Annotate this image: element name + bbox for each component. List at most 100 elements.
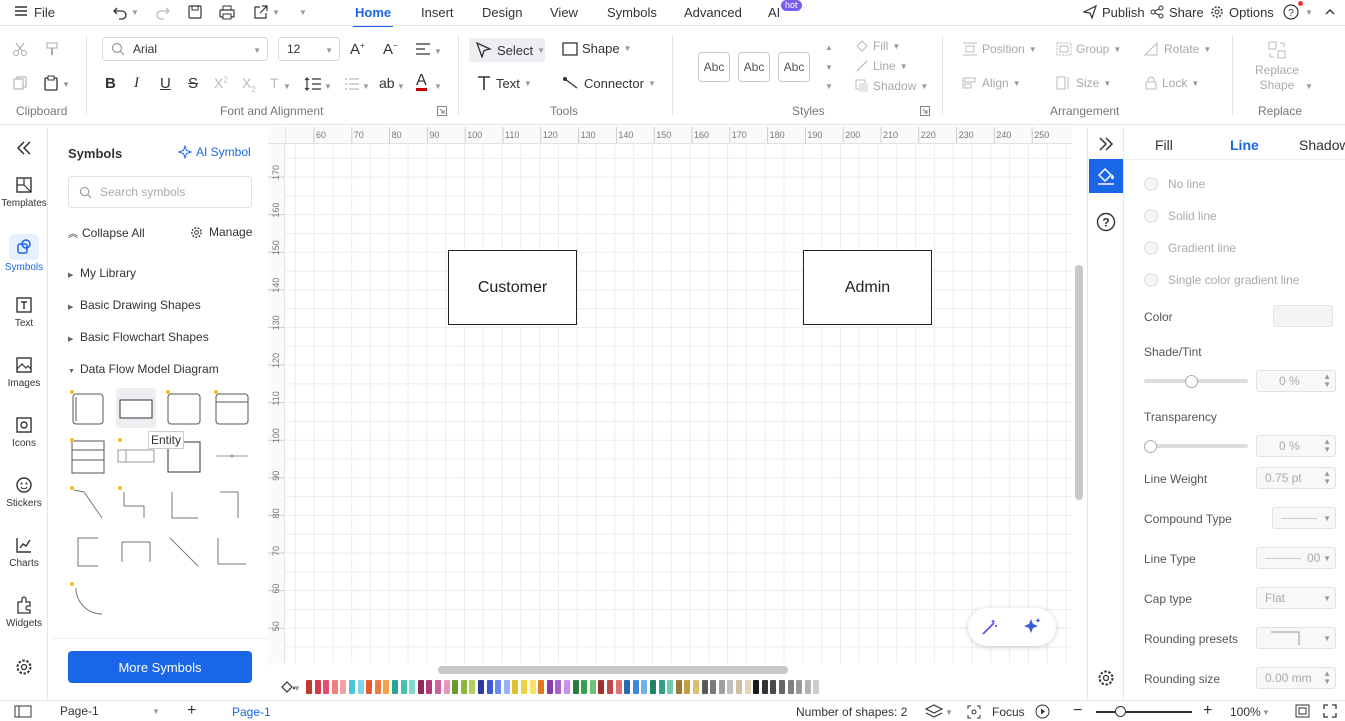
zoom-slider[interactable] [1096, 711, 1192, 713]
color-swatch[interactable] [538, 680, 545, 694]
collapse-all-button[interactable]: ︽ Collapse All [68, 225, 145, 241]
color-swatch[interactable] [650, 680, 656, 694]
color-swatch[interactable] [331, 680, 338, 694]
replace-shape-icon[interactable] [1268, 41, 1286, 59]
zoom-out-icon[interactable]: − [1073, 702, 1082, 720]
undo-icon[interactable] [112, 4, 128, 20]
font-color-icon[interactable]: A [416, 73, 427, 91]
page-select[interactable]: Page-1 ▼ [50, 701, 168, 721]
shape-tile[interactable] [116, 484, 156, 524]
style-sample-1[interactable]: Abc [698, 52, 730, 82]
text-case-dropdown-icon[interactable]: ▼ [397, 82, 405, 91]
font-settings-launcher-icon[interactable] [437, 106, 447, 116]
color-swatch[interactable] [366, 680, 373, 694]
color-swatch[interactable] [624, 680, 631, 694]
color-swatch[interactable] [521, 680, 527, 694]
shape-tile[interactable] [68, 436, 108, 476]
print-icon[interactable] [218, 4, 236, 20]
styles-launcher-icon[interactable] [920, 106, 930, 116]
layers-icon[interactable] [925, 704, 943, 719]
tree-item-data-flow[interactable]: ▼ Data Flow Model Diagram [68, 362, 219, 376]
color-swatch[interactable] [426, 680, 433, 694]
compound-type-select[interactable]: ▼ [1272, 507, 1336, 529]
underline-icon[interactable]: U [160, 75, 171, 92]
style-panel-button[interactable] [1089, 159, 1123, 193]
color-swatch[interactable] [374, 680, 381, 694]
rail-symbols[interactable]: Symbols [0, 234, 48, 273]
tab-line[interactable]: Line [1230, 137, 1259, 153]
text-tool-button[interactable]: Text ▼ [476, 75, 532, 91]
connector-tool-button[interactable]: Connector ▼ [562, 75, 656, 91]
text-format-icon[interactable]: T [270, 75, 279, 91]
shape-tile[interactable] [68, 532, 108, 572]
style-sample-2[interactable]: Abc [738, 52, 770, 82]
color-swatch[interactable] [684, 680, 691, 694]
tab-design[interactable]: Design [482, 5, 522, 20]
color-swatch[interactable] [314, 680, 321, 694]
color-swatch[interactable] [718, 680, 725, 694]
color-swatch[interactable] [744, 680, 751, 694]
color-swatch[interactable] [460, 680, 467, 694]
rail-images[interactable]: Images [0, 356, 48, 389]
line-type-select[interactable]: 00 ▼ [1256, 547, 1336, 569]
shape-tile[interactable] [116, 532, 156, 572]
size-button[interactable]: Size ▼ [1056, 76, 1111, 90]
color-swatch[interactable] [512, 680, 519, 694]
hamburger-icon[interactable] [14, 4, 28, 18]
color-swatch[interactable] [452, 680, 459, 694]
layers-dropdown-icon[interactable]: ▼ [945, 708, 953, 717]
zoom-level[interactable]: 100% [1230, 705, 1261, 719]
color-swatch[interactable] [581, 680, 588, 694]
entity-customer[interactable]: Customer [448, 250, 577, 325]
styles-expand-icon[interactable]: ▼ [825, 82, 833, 91]
paste-icon[interactable] [43, 75, 59, 91]
color-swatch[interactable] [503, 680, 510, 694]
option-no-line[interactable]: No line [1144, 177, 1205, 191]
position-button[interactable]: Position ▼ [962, 42, 1037, 56]
zoom-in-icon[interactable]: + [1203, 702, 1212, 720]
color-swatch[interactable] [555, 680, 562, 694]
color-swatch[interactable] [598, 680, 605, 694]
color-swatch[interactable] [770, 680, 777, 694]
expand-panel-icon[interactable] [1097, 136, 1115, 152]
font-color-dropdown-icon[interactable]: ▼ [434, 82, 442, 91]
rail-text[interactable]: Text [0, 296, 48, 329]
text-format-dropdown-icon[interactable]: ▼ [283, 82, 291, 91]
line-weight-input[interactable]: 0.75 pt ▲ ▼ [1256, 467, 1336, 489]
rounding-size-input[interactable]: 0.00 mm ▲ ▼ [1256, 667, 1336, 689]
color-swatch[interactable] [349, 680, 355, 694]
subscript-icon[interactable]: X2 [242, 75, 256, 94]
replace-shape-button[interactable]: Replace Shape [1252, 63, 1302, 93]
paste-dropdown-icon[interactable]: ▼ [62, 80, 70, 89]
styles-scroll-up-icon[interactable]: ▲ [825, 43, 833, 52]
replace-shape-dropdown-icon[interactable]: ▼ [1305, 82, 1313, 91]
shape-tile[interactable] [68, 388, 108, 428]
color-swatch[interactable] [323, 680, 330, 694]
text-align-icon[interactable] [415, 43, 431, 55]
color-swatch[interactable] [417, 680, 424, 694]
ai-sparkle-icon[interactable] [1022, 617, 1042, 637]
bold-icon[interactable]: B [105, 75, 116, 92]
color-swatch[interactable] [443, 680, 450, 694]
color-swatch[interactable] [486, 680, 493, 694]
undo-dropdown-icon[interactable]: ▼ [131, 8, 139, 17]
increase-font-icon[interactable]: A+ [350, 41, 365, 58]
color-swatch[interactable] [392, 680, 398, 694]
shade-input[interactable]: 0 % ▲ ▼ [1256, 370, 1336, 392]
settings-gear-icon[interactable] [1097, 669, 1115, 687]
shape-tile[interactable] [164, 532, 204, 572]
add-page-icon[interactable]: + [187, 702, 196, 720]
ai-symbol-button[interactable]: AI Symbol [178, 145, 251, 159]
tab-fill[interactable]: Fill [1155, 137, 1173, 153]
color-swatch[interactable] [589, 680, 596, 694]
copy-icon[interactable] [12, 75, 28, 91]
color-swatch[interactable] [667, 680, 674, 694]
cut-icon[interactable] [12, 41, 28, 57]
rail-charts[interactable]: Charts [0, 536, 48, 569]
color-swatch[interactable] [478, 680, 484, 694]
align-button[interactable]: Align ▼ [962, 76, 1021, 90]
options-button[interactable]: Options [1229, 5, 1274, 20]
save-icon[interactable] [187, 4, 203, 20]
color-swatch[interactable] [383, 680, 390, 694]
color-swatch[interactable] [632, 680, 639, 694]
